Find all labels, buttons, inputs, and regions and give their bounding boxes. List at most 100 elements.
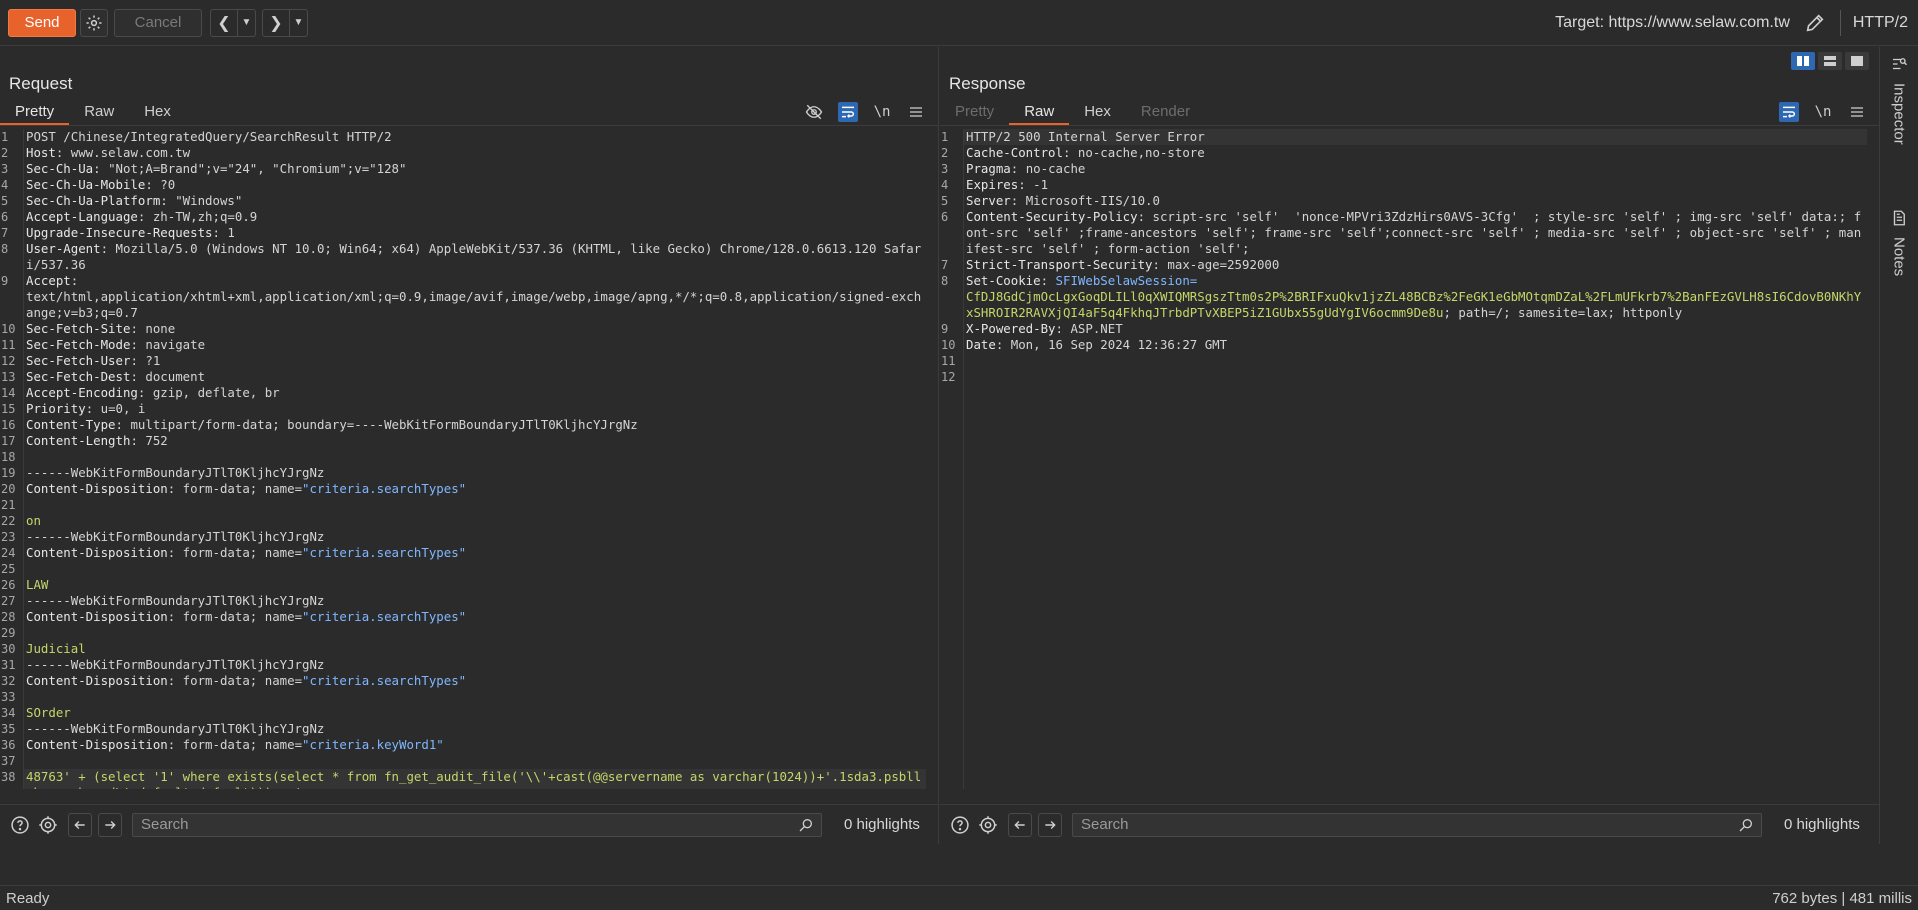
line-number: 14	[1, 386, 16, 400]
header-separator: :	[1062, 145, 1078, 160]
line-content: ------WebKitFormBoundaryJTlT0KljhcYJrgNz	[26, 721, 325, 736]
cancel-button[interactable]: Cancel	[114, 8, 202, 37]
back-history-dropdown[interactable]: ▼	[237, 9, 255, 36]
layout-side-by-side-button[interactable]	[1791, 52, 1815, 70]
line-number: 10	[1, 322, 16, 336]
header-separator: :	[85, 401, 101, 416]
code-text: SOrder	[24, 705, 926, 721]
response-search-input[interactable]	[1072, 812, 1762, 837]
tab-pretty[interactable]: Pretty	[940, 101, 1009, 125]
menu-icon	[910, 107, 922, 117]
settings-button[interactable]	[80, 8, 108, 37]
line-number: 18	[1, 450, 16, 464]
eye-off-icon	[805, 104, 823, 120]
header-name: Sec-Fetch-Dest	[26, 369, 131, 384]
word-wrap-button[interactable]	[838, 102, 858, 122]
show-newlines-button[interactable]: \n	[872, 102, 892, 122]
request-editor[interactable]: 1 POST /Chinese/IntegratedQuery/SearchRes…	[0, 129, 926, 789]
header-value: form-data; name=	[182, 545, 303, 560]
help-button[interactable]	[8, 813, 32, 837]
layout-stacked-button[interactable]	[1818, 52, 1842, 70]
line-number: 31	[1, 658, 16, 672]
code-text: Sec-Fetch-User: ?1	[24, 353, 926, 369]
tab-hex[interactable]: Hex	[1069, 101, 1126, 125]
header-value: zh-TW,zh;q=0.9	[152, 209, 258, 224]
header-value: "Windows"	[175, 193, 243, 208]
tab-hex[interactable]: Hex	[129, 101, 186, 125]
http-version-label[interactable]: HTTP/2	[1853, 14, 1908, 32]
line-number: 20	[1, 482, 16, 496]
sidebar-item-notes[interactable]: Notes	[1880, 209, 1918, 276]
send-button[interactable]: Send	[8, 8, 76, 37]
tab-pretty[interactable]: Pretty	[0, 101, 70, 125]
line-number: 3	[941, 162, 949, 176]
previous-match-button[interactable]	[1008, 812, 1032, 837]
next-match-button[interactable]	[98, 812, 122, 837]
line-content: ------WebKitFormBoundaryJTlT0KljhcYJrgNz	[26, 657, 325, 672]
header-value: text/html,application/xhtml+xml,applicat…	[26, 289, 922, 320]
forward-history-dropdown[interactable]: ▼	[289, 9, 307, 36]
help-icon	[11, 815, 29, 834]
edit-target-button[interactable]	[1802, 10, 1828, 36]
code-line: 11 Sec-Fetch-Mode: navigate	[0, 337, 926, 353]
code-text: Accept-Language: zh-TW,zh;q=0.9	[24, 209, 926, 225]
header-name: Accept-Language	[26, 209, 138, 224]
string-literal: "criteria.keyWord1"	[302, 737, 444, 752]
line-number: 2	[941, 146, 949, 160]
header-separator: :	[137, 385, 153, 400]
hide-nonprintable-button[interactable]	[804, 102, 824, 122]
code-line: 10 Date: Mon, 16 Sep 2024 12:36:27 GMT	[940, 337, 1867, 353]
code-line: 29	[0, 625, 926, 641]
layout-tabs-button[interactable]	[1845, 52, 1869, 70]
header-value: ; path=/; samesite=lax; httponly	[1443, 305, 1683, 320]
forward-button[interactable]: ❯	[263, 10, 289, 36]
search-settings-button[interactable]	[36, 813, 60, 837]
code-text: Content-Length: 752	[24, 433, 926, 449]
pencil-icon	[1806, 14, 1824, 32]
code-line: 24 Content-Disposition: form-data; name="…	[0, 545, 926, 561]
arrow-right-icon	[1045, 820, 1056, 829]
line-number: 12	[941, 370, 956, 384]
line-number: 26	[1, 578, 16, 592]
editor-menu-button[interactable]	[1847, 102, 1867, 122]
target-label: Target: https://www.selaw.com.tw	[1555, 14, 1790, 31]
header-separator: :	[212, 225, 228, 240]
header-value: "Not;A=Brand";v="24", "Chromium";v="128"	[108, 161, 407, 176]
header-value: www.selaw.com.tw	[70, 145, 191, 160]
header-separator: :	[1018, 177, 1034, 192]
line-number: 3	[1, 162, 9, 176]
toolbar-divider	[1839, 10, 1841, 36]
code-text: ------WebKitFormBoundaryJTlT0KljhcYJrgNz	[24, 465, 926, 481]
next-match-button[interactable]	[1038, 812, 1062, 837]
previous-match-button[interactable]	[68, 812, 92, 837]
show-newlines-button[interactable]: \n	[1813, 102, 1833, 122]
response-editor[interactable]: 1 HTTP/2 500 Internal Server Error 2 Cache-…	[940, 129, 1867, 789]
rows-icon	[1824, 56, 1836, 66]
menu-icon	[1851, 107, 1863, 117]
code-line: 12	[940, 369, 1867, 385]
header-name: Sec-Ch-Ua	[26, 161, 94, 176]
line-number: 35	[1, 722, 16, 736]
code-text: Sec-Ch-Ua: "Not;A=Brand";v="24", "Chromi…	[24, 161, 926, 177]
tab-raw[interactable]: Raw	[69, 101, 129, 125]
line-number: 1	[1, 130, 9, 144]
back-button[interactable]: ❮	[211, 10, 237, 36]
string-literal: "criteria.searchTypes"	[302, 609, 467, 624]
code-line: 4 Expires: -1	[940, 177, 1867, 193]
header-value: Mon, 16 Sep 2024 12:36:27 GMT	[1010, 337, 1228, 352]
arrow-left-icon	[1014, 820, 1025, 829]
search-settings-button[interactable]	[976, 813, 1000, 837]
help-button[interactable]	[948, 813, 972, 837]
word-wrap-button[interactable]	[1779, 102, 1799, 122]
sidebar-item-inspector[interactable]: Inspector	[1880, 55, 1918, 145]
line-number: 6	[941, 210, 949, 224]
header-name: Content-Disposition	[26, 609, 168, 624]
code-text: Content-Disposition: form-data; name="cr…	[24, 673, 926, 689]
editor-menu-button[interactable]	[906, 102, 926, 122]
request-search-input[interactable]	[132, 812, 822, 837]
line-content: ------WebKitFormBoundaryJTlT0KljhcYJrgNz	[26, 593, 325, 608]
tab-render[interactable]: Render	[1126, 101, 1205, 125]
header-separator: :	[145, 177, 161, 192]
code-line: 28 Content-Disposition: form-data; name="…	[0, 609, 926, 625]
tab-raw[interactable]: Raw	[1009, 101, 1070, 125]
